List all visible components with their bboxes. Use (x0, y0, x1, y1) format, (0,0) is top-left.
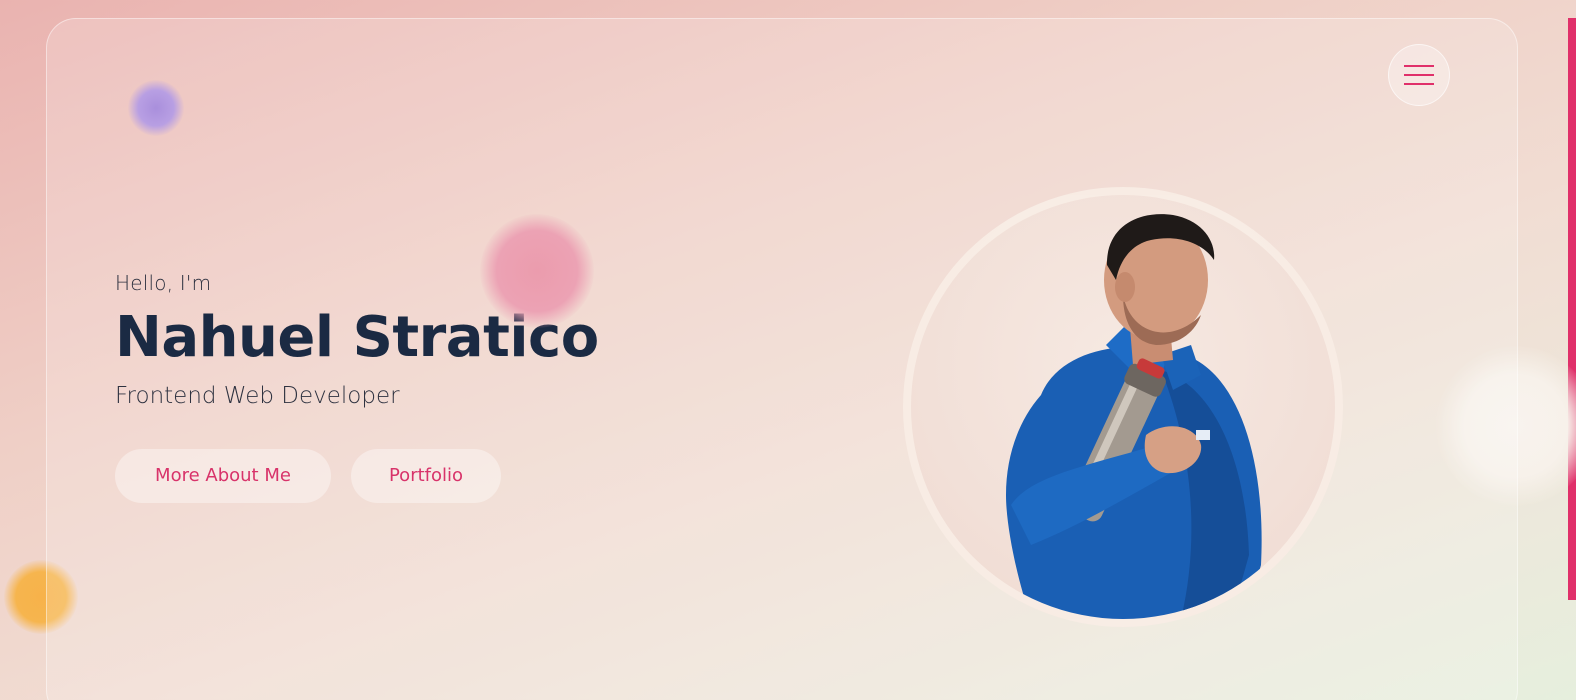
hero-buttons: More About Me Portfolio (115, 448, 599, 503)
portfolio-button[interactable]: Portfolio (351, 448, 501, 503)
hero-card: Hello, I'm Nahuel Stratico Frontend Web … (46, 18, 1518, 700)
profile-photo (903, 187, 1343, 627)
scroll-indicator (1568, 18, 1576, 600)
more-about-me-button[interactable]: More About Me (115, 448, 331, 503)
menu-button[interactable] (1388, 44, 1450, 106)
decorative-pink-blob (480, 214, 594, 328)
hamburger-menu-icon (1404, 65, 1434, 85)
hero-role: Frontend Web Developer (115, 382, 400, 409)
decorative-purple-blob (128, 80, 184, 136)
person-illustration (1006, 214, 1262, 619)
